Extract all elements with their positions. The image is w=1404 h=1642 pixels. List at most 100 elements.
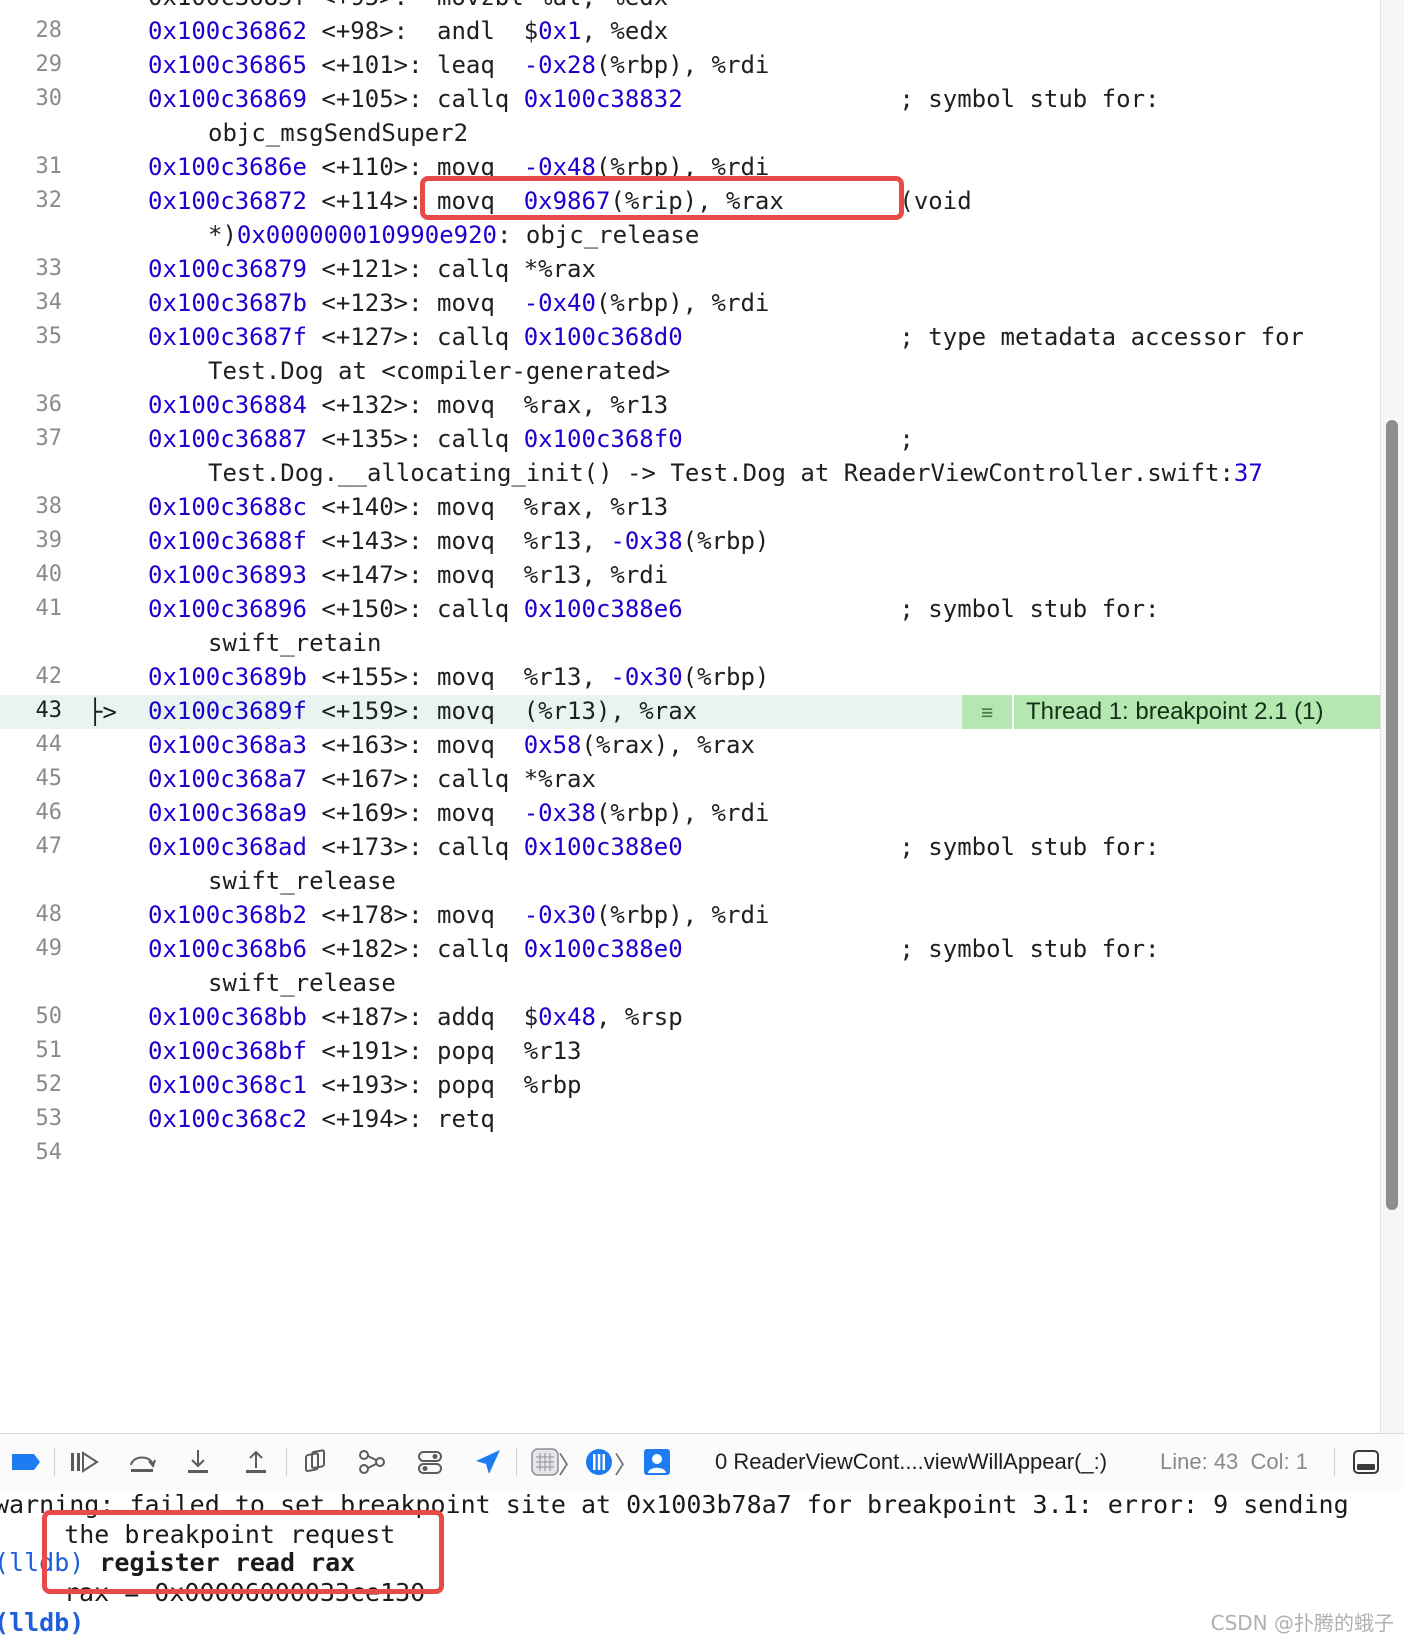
- line-number[interactable]: 54: [0, 1136, 63, 1170]
- line-number[interactable]: 42: [0, 660, 63, 694]
- line-number[interactable]: 39: [0, 524, 63, 558]
- line-number[interactable]: 52: [0, 1068, 63, 1102]
- frame-icon[interactable]: [640, 1444, 674, 1480]
- instruction-mnemonic: movq: [437, 731, 524, 759]
- instruction-mnemonic: movq: [437, 663, 524, 691]
- line-number[interactable]: 50: [0, 1000, 63, 1034]
- partial-code-line: 0x100c3685f <+95>: movzbl %al, %edx: [148, 0, 668, 14]
- instruction-mnemonic: movq: [437, 901, 524, 929]
- line-number[interactable]: 49: [0, 932, 63, 966]
- thread-icon[interactable]: [582, 1444, 616, 1480]
- instruction-offset: <+193>:: [306, 1071, 437, 1099]
- line-number[interactable]: 28: [0, 14, 63, 48]
- instruction-mnemonic: leaq: [437, 51, 524, 79]
- line-number[interactable]: 38: [0, 490, 63, 524]
- instruction-operand: 0x58: [523, 731, 582, 759]
- step-into-icon[interactable]: [180, 1444, 216, 1480]
- step-out-icon[interactable]: [238, 1444, 274, 1480]
- instruction-comment: ; symbol stub for:: [682, 833, 1160, 861]
- comment-continuation: swift_release: [208, 966, 396, 1000]
- instruction-address: 0x100c368a7: [148, 765, 307, 793]
- debug-view-hierarchy-icon[interactable]: [298, 1444, 334, 1480]
- lldb-prompt-partial: (lldb): [0, 1608, 85, 1637]
- line-number[interactable]: 29: [0, 48, 63, 82]
- instruction-offset: <+163>:: [306, 731, 437, 759]
- environment-overrides-icon[interactable]: [412, 1444, 448, 1480]
- line-number[interactable]: 48: [0, 898, 63, 932]
- breakpoint-menu-icon[interactable]: ≡: [962, 695, 1014, 729]
- line-number[interactable]: 41: [0, 592, 63, 626]
- lldb-console[interactable]: warning: failed to set breakpoint site a…: [0, 1490, 1404, 1642]
- line-number[interactable]: 43: [0, 694, 63, 728]
- line-number[interactable]: 37: [0, 422, 63, 456]
- code-line: 0x100c368b2 <+178>: movq -0x30(%rbp), %r…: [148, 898, 769, 932]
- memory-graph-icon[interactable]: [354, 1444, 390, 1480]
- instruction-offset: <+155>:: [306, 663, 437, 691]
- instruction-operand: %rax, %r13: [523, 493, 669, 521]
- instruction-operand: , %edx: [581, 17, 669, 45]
- instruction-address: 0x100c36865: [148, 51, 307, 79]
- instruction-operand: 0x100c388e6: [523, 595, 683, 623]
- line-number[interactable]: 32: [0, 184, 63, 218]
- continue-icon[interactable]: [66, 1444, 102, 1480]
- instruction-operand: -0x30: [523, 901, 596, 929]
- line-number[interactable]: 40: [0, 558, 63, 592]
- line-number[interactable]: 51: [0, 1034, 63, 1068]
- line-number[interactable]: 47: [0, 830, 63, 864]
- line-number[interactable]: 30: [0, 82, 63, 116]
- instruction-offset: <+167>:: [306, 765, 437, 793]
- line-number[interactable]: 44: [0, 728, 63, 762]
- instruction-offset: <+121>:: [306, 255, 437, 283]
- instruction-address: 0x100c368ad: [148, 833, 307, 861]
- instruction-operand: 0x100c368f0: [523, 425, 683, 453]
- line-number[interactable]: 36: [0, 388, 63, 422]
- line-number[interactable]: 33: [0, 252, 63, 286]
- watermark: CSDN @扑腾的蛾子: [1210, 1611, 1394, 1635]
- code-line: 0x100c368c1 <+193>: popq %rbp: [148, 1068, 582, 1102]
- instruction-comment: ; symbol stub for:: [682, 935, 1160, 963]
- step-over-icon[interactable]: [124, 1444, 160, 1480]
- instruction-comment: ; type metadata accessor for: [682, 323, 1304, 351]
- code-line: 0x100c36893 <+147>: movq %r13, %rdi: [148, 558, 668, 592]
- simulate-location-icon[interactable]: [470, 1444, 506, 1480]
- instruction-mnemonic: retq: [437, 1105, 524, 1133]
- instruction-address: 0x100c368c2: [148, 1105, 307, 1133]
- instruction-mnemonic: popq: [437, 1037, 524, 1065]
- instruction-address: 0x100c36893: [148, 561, 307, 589]
- disassembly-editor[interactable]: 0x100c3685f <+95>: movzbl %al, %edx 28 0x1…: [0, 0, 1380, 1433]
- instruction-mnemonic: addq: [437, 1003, 524, 1031]
- line-number[interactable]: 35: [0, 320, 63, 354]
- code-line: 0x100c368ad <+173>: callq 0x100c388e0 ; …: [148, 830, 1159, 864]
- line-number[interactable]: 53: [0, 1102, 63, 1136]
- line-number[interactable]: 34: [0, 286, 63, 320]
- separator: [54, 1448, 55, 1476]
- instruction-offset: <+127>:: [306, 323, 437, 351]
- comment-continuation: Test.Dog.__allocating_init() -> Test.Dog…: [208, 456, 1263, 490]
- frame-breadcrumb[interactable]: 0 ReaderViewCont....viewWillAppear(_:): [715, 1448, 1107, 1476]
- breakpoint-badge[interactable]: ≡ Thread 1: breakpoint 2.1 (1): [962, 695, 1380, 729]
- instruction-offset: <+110>:: [306, 153, 437, 181]
- line-number[interactable]: 31: [0, 150, 63, 184]
- instruction-address: 0x100c3688f: [148, 527, 307, 555]
- instruction-operand: 0x100c38832: [523, 85, 683, 113]
- line-number[interactable]: 45: [0, 762, 63, 796]
- instruction-mnemonic: popq: [437, 1071, 524, 1099]
- instruction-offset: <+147>:: [306, 561, 437, 589]
- comment-segment: 0x000000010990e920: [236, 221, 497, 249]
- instruction-offset: <+159>:: [306, 697, 437, 725]
- separator: [286, 1448, 287, 1476]
- editor-scrollbar-thumb[interactable]: [1386, 420, 1398, 1210]
- instruction-offset: <+114>:: [306, 187, 437, 215]
- instruction-address: 0x100c36884: [148, 391, 307, 419]
- instruction-address: 0x100c368b2: [148, 901, 307, 929]
- instruction-operand: %r13, %rdi: [523, 561, 669, 589]
- code-line: 0x100c368bb <+187>: addq $0x48, %rsp: [148, 1000, 683, 1034]
- app-icon[interactable]: [528, 1444, 562, 1480]
- instruction-address: 0x100c368b6: [148, 935, 307, 963]
- instruction-address: 0x100c3686e: [148, 153, 307, 181]
- line-number[interactable]: 46: [0, 796, 63, 830]
- instruction-offset: <+173>:: [306, 833, 437, 861]
- breakpoint-toggle-icon[interactable]: [8, 1444, 44, 1480]
- instruction-mnemonic: movq: [437, 561, 524, 589]
- toggle-console-icon[interactable]: [1348, 1444, 1384, 1480]
